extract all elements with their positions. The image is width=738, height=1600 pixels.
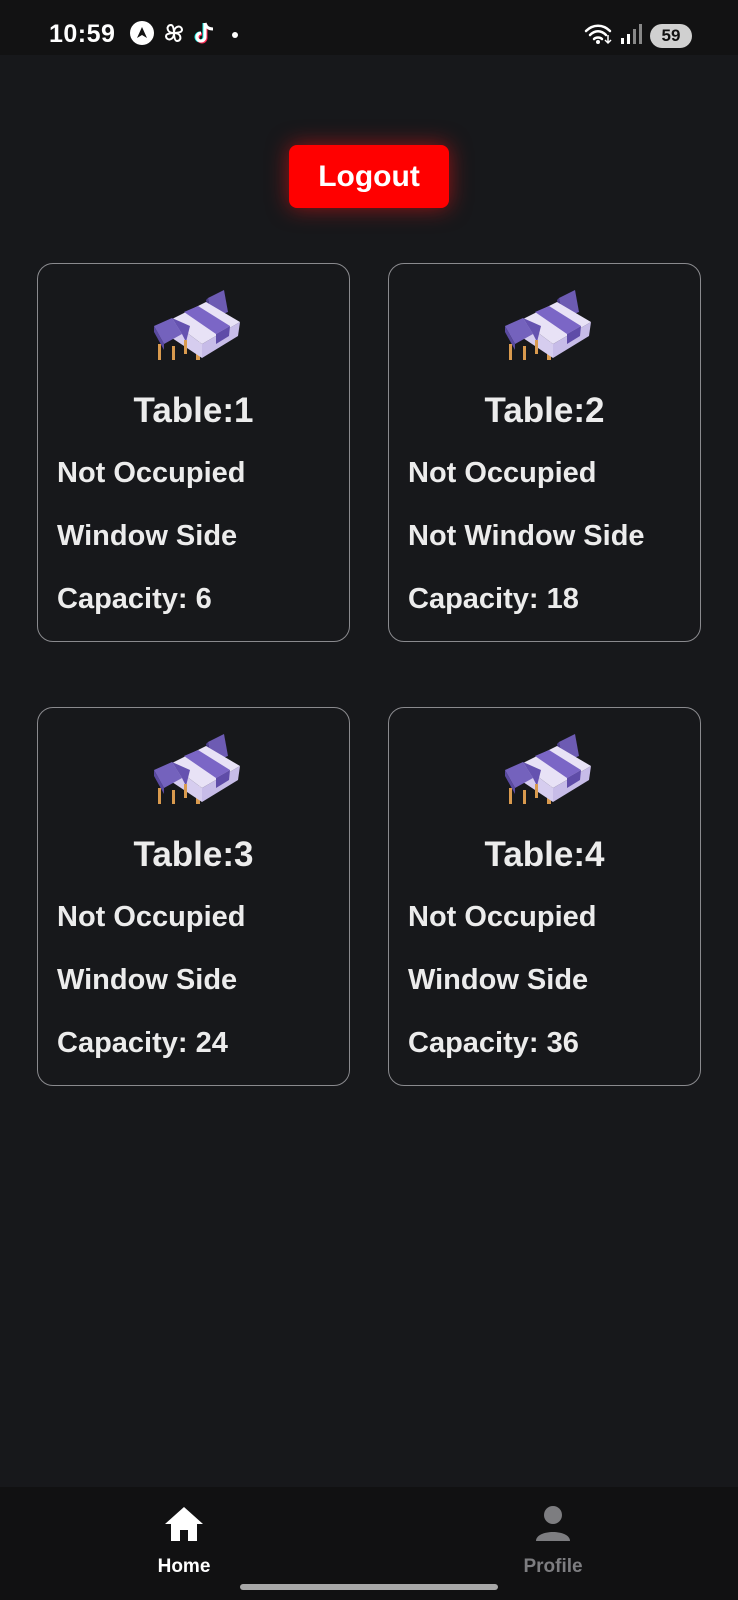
- location-status: Window Side: [57, 520, 238, 552]
- occupancy-status: Not Occupied: [408, 457, 597, 489]
- capacity-text: Capacity: 18: [408, 583, 579, 615]
- occupancy-status: Not Occupied: [57, 457, 246, 489]
- tiktok-icon: [194, 21, 216, 50]
- table-card-2[interactable]: Table:2 Not Occupied Not Window Side Cap…: [388, 263, 701, 642]
- table-title: Table:3: [133, 835, 254, 874]
- app-screen: 10:59 59 Logout Table:1 Not Occupied Win…: [0, 0, 738, 1600]
- table-title: Table:1: [133, 391, 254, 430]
- occupancy-status: Not Occupied: [408, 901, 597, 933]
- pinwheel-icon: [162, 21, 186, 50]
- person-icon: [534, 1505, 572, 1548]
- signal-icon: [620, 23, 642, 50]
- table-icon: [501, 286, 593, 368]
- nav-arrow-icon: [130, 20, 154, 50]
- nav-home-tab[interactable]: Home: [124, 1505, 244, 1578]
- gesture-bar[interactable]: [240, 1584, 498, 1590]
- table-card-1[interactable]: Table:1 Not Occupied Window Side Capacit…: [37, 263, 350, 642]
- capacity-text: Capacity: 6: [57, 583, 212, 615]
- table-icon: [150, 730, 242, 812]
- capacity-text: Capacity: 36: [408, 1027, 579, 1059]
- nav-profile-tab[interactable]: Profile: [493, 1505, 613, 1578]
- status-notification-icons: [130, 20, 238, 50]
- table-card-4[interactable]: Table:4 Not Occupied Window Side Capacit…: [388, 707, 701, 1086]
- home-icon: [163, 1505, 205, 1548]
- capacity-text: Capacity: 24: [57, 1027, 228, 1059]
- status-system-icons: 59: [584, 23, 692, 49]
- status-bar: 10:59 59: [0, 0, 738, 55]
- location-status: Window Side: [57, 964, 238, 996]
- location-status: Not Window Side: [408, 520, 645, 552]
- table-icon: [501, 730, 593, 812]
- nav-profile-label: Profile: [523, 1556, 583, 1577]
- status-time: 10:59: [49, 20, 116, 48]
- occupancy-status: Not Occupied: [57, 901, 246, 933]
- logout-button[interactable]: Logout: [289, 145, 449, 208]
- table-card-3[interactable]: Table:3 Not Occupied Window Side Capacit…: [37, 707, 350, 1086]
- notification-dot-icon: [232, 32, 238, 38]
- location-status: Window Side: [408, 964, 589, 996]
- table-title: Table:2: [484, 391, 605, 430]
- battery-icon: 59: [650, 24, 692, 48]
- table-title: Table:4: [484, 835, 605, 874]
- table-icon: [150, 286, 242, 368]
- wifi-icon: [584, 23, 612, 50]
- nav-home-label: Home: [157, 1556, 211, 1577]
